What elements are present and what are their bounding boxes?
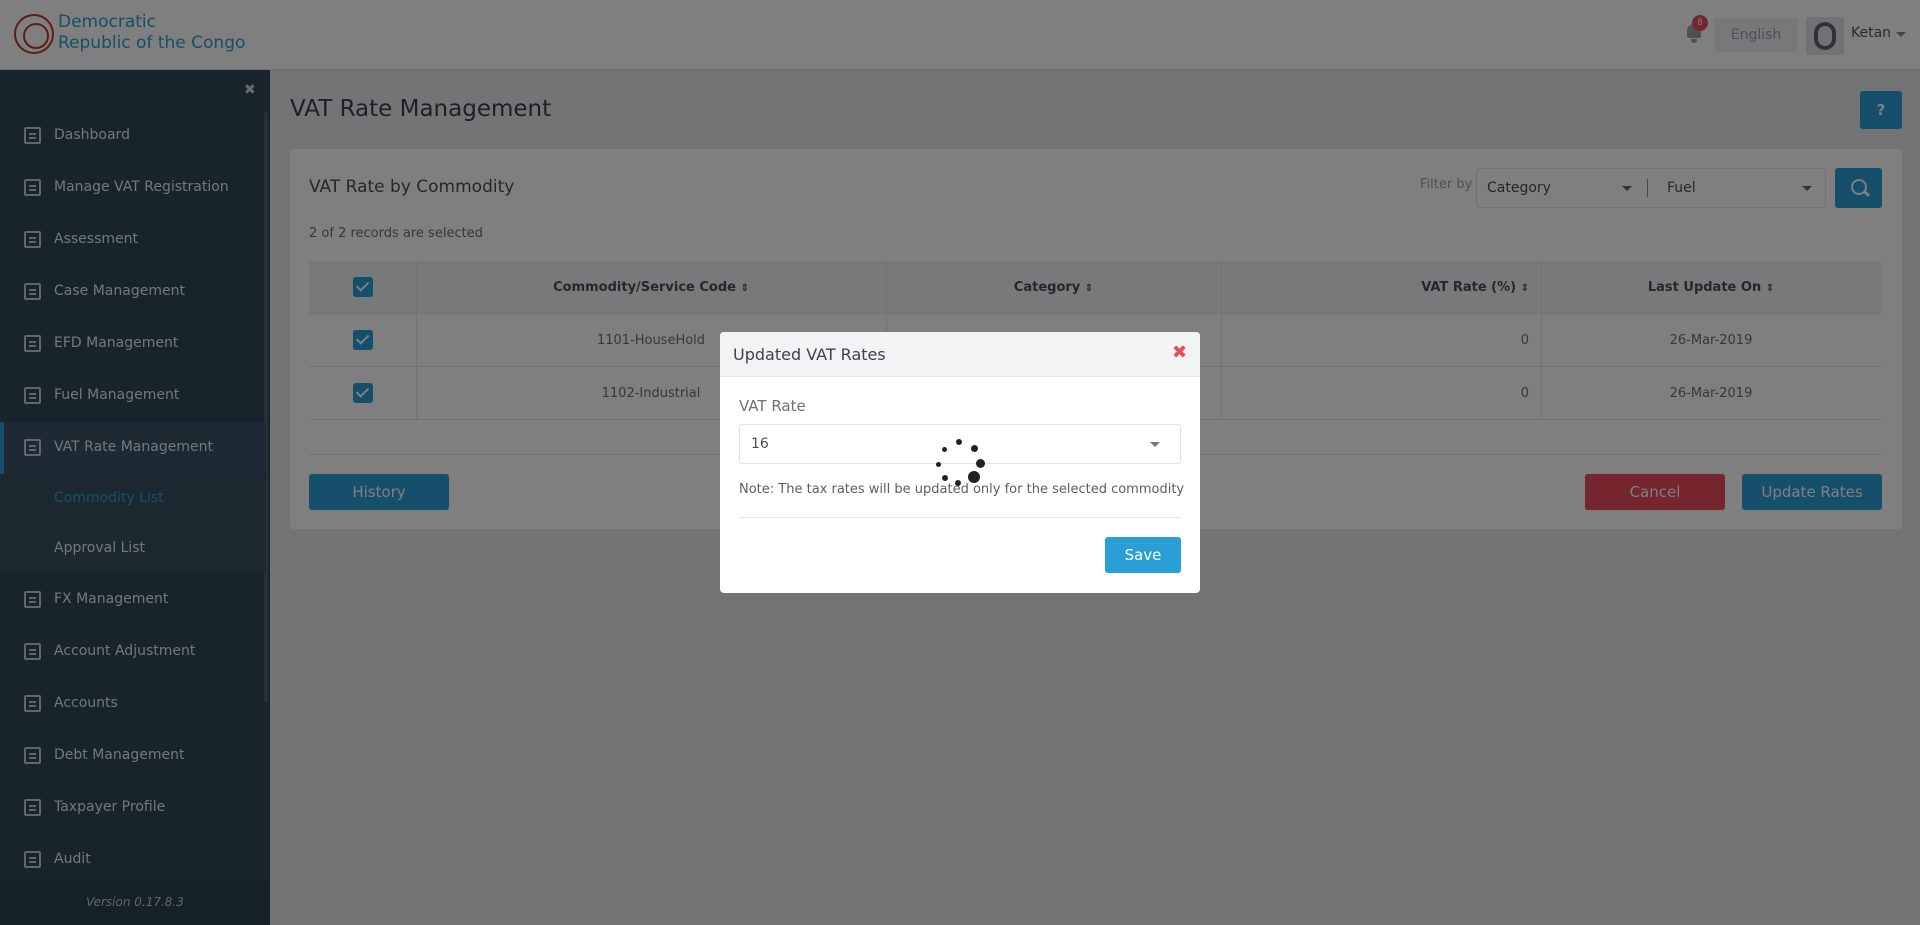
spinner-dot [942,475,948,481]
modal-title: Updated VAT Rates [733,345,886,364]
spinner-dot [976,459,985,468]
chevron-down-icon[interactable] [1150,442,1160,447]
spinner-dot [971,445,978,452]
spinner-dot [968,471,980,483]
modal-divider [739,517,1181,518]
spinner-dot [942,447,947,452]
vat-rate-label: VAT Rate [739,397,806,415]
spinner-dot [955,480,961,486]
save-button[interactable]: Save [1105,537,1181,573]
vat-rate-value: 16 [751,436,769,452]
spinner-dot [956,439,962,445]
loading-spinner-icon [930,435,990,495]
modal-header: Updated VAT Rates ✖ [720,332,1200,377]
close-icon[interactable]: ✖ [1172,342,1187,363]
spinner-dot [936,462,941,467]
